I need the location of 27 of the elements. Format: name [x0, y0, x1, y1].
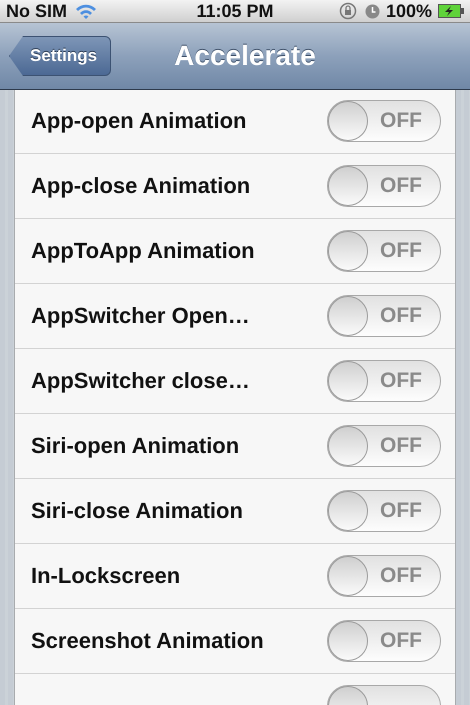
setting-label: App-open Animation: [31, 108, 246, 134]
setting-label: App-close Animation: [31, 173, 250, 199]
setting-label: In-Lockscreen: [31, 563, 180, 589]
rotation-lock-icon: [338, 2, 359, 20]
back-button[interactable]: Settings: [9, 36, 112, 76]
setting-label: Screenshot Animation: [31, 628, 264, 654]
wifi-icon: [75, 3, 97, 19]
page-title: Accelerate: [174, 40, 316, 72]
setting-label: Siri-close Animation: [31, 498, 243, 524]
clock-icon: [364, 4, 380, 18]
battery-percent: 100%: [386, 0, 432, 22]
toggle-switch[interactable]: OFF: [327, 100, 441, 142]
toggle-switch[interactable]: OFF: [327, 230, 441, 272]
toggle-switch[interactable]: OFF: [327, 425, 441, 467]
battery-charging-icon: [438, 4, 464, 18]
toggle-switch[interactable]: OFF: [327, 620, 441, 662]
setting-label: AppSwitcher Open…: [31, 303, 250, 329]
toggle-switch[interactable]: OFF: [327, 360, 441, 402]
carrier-text: No SIM: [6, 0, 67, 22]
toggle-switch[interactable]: OFF: [327, 165, 441, 207]
setting-label: Siri-open Animation: [31, 433, 240, 459]
setting-label: AppSwitcher close…: [31, 368, 250, 394]
toggle-switch[interactable]: OFF: [327, 490, 441, 532]
clock-text: 11:05 PM: [196, 0, 274, 22]
toggle-switch[interactable]: OFF: [327, 295, 441, 337]
toggle-switch[interactable]: OFF: [327, 555, 441, 597]
setting-label: AppToApp Animation: [31, 238, 255, 264]
